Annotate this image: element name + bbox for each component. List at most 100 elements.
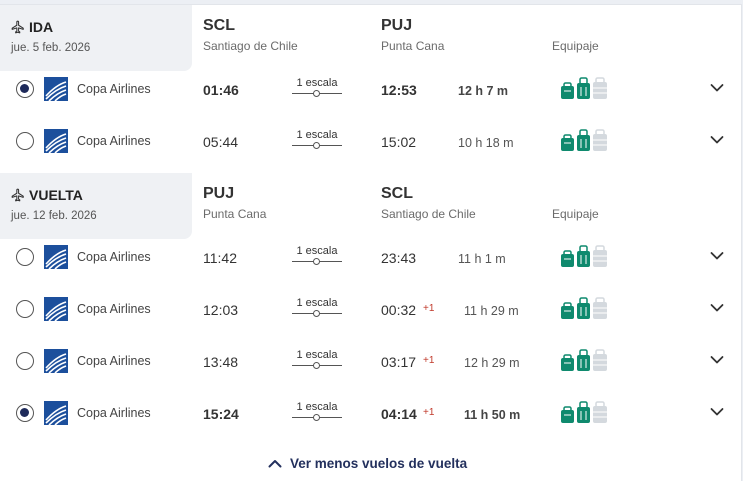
show-less-label: Ver menos vuelos de vuelta xyxy=(290,456,468,471)
stops-label: 1 escala xyxy=(296,349,338,361)
departure-time: 01:46 xyxy=(203,82,239,98)
personal-bag-icon xyxy=(561,354,574,371)
carry-on-icon xyxy=(577,349,590,371)
stops-indicator: 1 escala xyxy=(292,77,342,97)
stops-label: 1 escala xyxy=(296,77,338,89)
stops-line xyxy=(292,310,342,317)
chevron-down-icon[interactable] xyxy=(710,407,724,417)
departure-time: 12:03 xyxy=(203,302,239,318)
carry-on-icon xyxy=(577,401,590,423)
return-flight-row[interactable]: Copa Airlines 11:42 1 escala 23:43 11 h … xyxy=(0,235,741,287)
personal-bag-icon xyxy=(561,406,574,423)
copa-airlines-logo xyxy=(44,349,68,373)
return-flight-row[interactable]: Copa Airlines 15:24 1 escala 04:14 +1 11… xyxy=(0,391,741,443)
chevron-down-icon[interactable] xyxy=(710,251,724,261)
return-dest-code: SCL xyxy=(381,185,413,202)
airline-name: Copa Airlines xyxy=(77,354,151,368)
return-header: VUELTA jue. 12 feb. 2026 PUJ Punta Cana … xyxy=(0,173,741,239)
carry-on-icon xyxy=(577,129,590,151)
departure-time: 11:42 xyxy=(203,250,237,266)
stops-indicator: 1 escala xyxy=(292,349,342,369)
flight-select-radio[interactable] xyxy=(16,132,34,150)
plane-icon xyxy=(11,20,24,34)
outbound-direction-box: IDA jue. 5 feb. 2026 xyxy=(0,5,192,71)
flight-select-radio[interactable] xyxy=(16,248,34,266)
arrival-time: 00:32 xyxy=(381,302,417,318)
outbound-flight-row[interactable]: Copa Airlines 01:46 1 escala 12:53 12 h … xyxy=(0,67,741,119)
flight-duration: 10 h 18 m xyxy=(458,136,514,150)
stops-line xyxy=(292,258,342,265)
outbound-dest-code: PUJ xyxy=(381,17,413,34)
personal-bag-icon xyxy=(561,134,574,151)
carry-on-icon xyxy=(577,77,590,99)
flight-duration: 12 h 7 m xyxy=(458,84,509,98)
stops-line xyxy=(292,362,342,369)
stops-label: 1 escala xyxy=(296,401,338,413)
flight-duration: 11 h 50 m xyxy=(464,408,521,422)
outbound-flight-row[interactable]: Copa Airlines 05:44 1 escala 15:02 10 h … xyxy=(0,119,741,171)
return-dest-city: Santiago de Chile xyxy=(381,207,476,221)
carry-on-icon xyxy=(577,245,590,267)
flight-select-radio[interactable] xyxy=(16,404,34,422)
outbound-date: jue. 5 feb. 2026 xyxy=(11,42,91,54)
plane-icon xyxy=(11,188,24,202)
baggage-icons xyxy=(561,129,607,151)
airline-name: Copa Airlines xyxy=(77,406,151,420)
airline-name: Copa Airlines xyxy=(77,134,151,148)
checked-bag-icon xyxy=(593,349,607,371)
arrival-time: 12:53 xyxy=(381,82,417,98)
arrival-time: 03:17 xyxy=(381,354,417,370)
outbound-baggage-label: Equipaje xyxy=(552,39,599,53)
return-direction-box: VUELTA jue. 12 feb. 2026 xyxy=(0,173,192,239)
flight-select-radio[interactable] xyxy=(16,352,34,370)
arrival-time: 04:14 xyxy=(381,406,417,422)
checked-bag-icon xyxy=(593,401,607,423)
outbound-dest-city: Punta Cana xyxy=(381,39,445,53)
baggage-icons xyxy=(561,297,607,319)
copa-airlines-logo xyxy=(44,401,68,425)
flight-select-radio[interactable] xyxy=(16,80,34,98)
flight-results-card: IDA jue. 5 feb. 2026 SCL Santiago de Chi… xyxy=(0,4,742,481)
day-offset: +1 xyxy=(423,303,435,314)
return-flight-row[interactable]: Copa Airlines 12:03 1 escala 00:32 +1 11… xyxy=(0,287,741,339)
departure-time: 15:24 xyxy=(203,406,239,422)
flight-duration: 11 h 29 m xyxy=(464,304,519,318)
checked-bag-icon xyxy=(593,129,607,151)
stops-indicator: 1 escala xyxy=(292,129,342,149)
baggage-icons xyxy=(561,245,607,267)
departure-time: 13:48 xyxy=(203,354,239,370)
outbound-header: IDA jue. 5 feb. 2026 SCL Santiago de Chi… xyxy=(0,5,741,71)
carry-on-icon xyxy=(577,297,590,319)
outbound-label-text: IDA xyxy=(29,19,54,35)
personal-bag-icon xyxy=(561,82,574,99)
arrival-time: 15:02 xyxy=(381,134,417,150)
arrival-time: 23:43 xyxy=(381,250,417,266)
outbound-origin-code: SCL xyxy=(203,17,235,34)
checked-bag-icon xyxy=(593,77,607,99)
chevron-up-icon xyxy=(268,460,282,468)
return-flight-row[interactable]: Copa Airlines 13:48 1 escala 03:17 +1 12… xyxy=(0,339,741,391)
stops-indicator: 1 escala xyxy=(292,401,342,421)
chevron-down-icon[interactable] xyxy=(710,83,724,93)
flight-duration: 12 h 29 m xyxy=(464,356,520,370)
airline-name: Copa Airlines xyxy=(77,302,151,316)
return-label-text: VUELTA xyxy=(29,187,83,203)
airline-name: Copa Airlines xyxy=(77,250,151,264)
baggage-icons xyxy=(561,401,607,423)
stops-label: 1 escala xyxy=(296,129,338,141)
show-less-return-flights-link[interactable]: Ver menos vuelos de vuelta xyxy=(268,456,467,471)
flight-select-radio[interactable] xyxy=(16,300,34,318)
stops-indicator: 1 escala xyxy=(292,297,342,317)
chevron-down-icon[interactable] xyxy=(710,135,724,145)
baggage-icons xyxy=(561,77,607,99)
return-baggage-label: Equipaje xyxy=(552,207,599,221)
chevron-down-icon[interactable] xyxy=(710,303,724,313)
stops-indicator: 1 escala xyxy=(292,245,342,265)
footer: Ver menos vuelos de vuelta xyxy=(0,455,741,475)
outbound-label: IDA xyxy=(11,19,53,35)
outbound-origin-city: Santiago de Chile xyxy=(203,39,298,53)
personal-bag-icon xyxy=(561,250,574,267)
chevron-down-icon[interactable] xyxy=(710,355,724,365)
copa-airlines-logo xyxy=(44,77,68,101)
return-label: VUELTA xyxy=(11,187,83,203)
